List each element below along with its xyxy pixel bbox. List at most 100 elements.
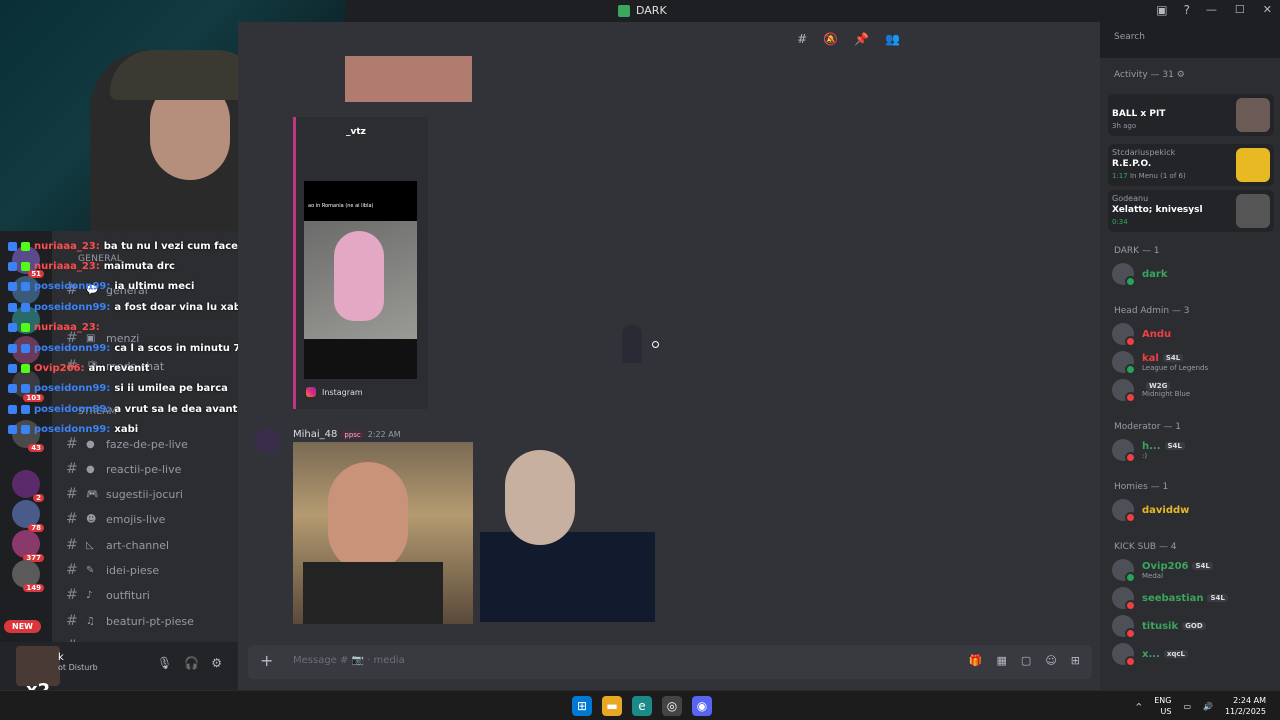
channel-item[interactable]: # ✎ idei-piese (66, 559, 234, 581)
member-item[interactable]: h... S4L:) (1112, 436, 1274, 464)
obs-icon[interactable]: ◎ (662, 696, 682, 716)
volume-icon[interactable]: 🔊 (1203, 702, 1213, 711)
activity-card[interactable]: Stcdariuspekick R.E.P.O. 1:17 In Menu (1 o… (1108, 144, 1274, 186)
sub-badge-icon (8, 302, 17, 312)
embed-footer: Instagram (306, 387, 363, 397)
activity-card[interactable]: Godeanu Xelatto; knivesysl 0:34 (1108, 190, 1274, 232)
pin-icon[interactable]: 📌 (854, 32, 869, 46)
activity-header[interactable]: Activity — 31 ⚙ (1114, 70, 1185, 80)
channel-label: reactii-pe-live (106, 462, 182, 476)
photo-attachment-2[interactable] (475, 442, 657, 622)
member-avatar (1112, 559, 1136, 583)
members-icon[interactable]: 👥 (885, 32, 900, 46)
member-avatar (1112, 263, 1136, 287)
activity-timer: 1:17 (1112, 172, 1128, 180)
channel-item[interactable]: # ◺ art-channel (66, 534, 234, 556)
edge-browser-icon[interactable]: e (632, 696, 652, 716)
apps-icon[interactable]: ⊞ (1071, 654, 1080, 667)
hash-icon: # (66, 613, 78, 629)
tray-chevron-icon[interactable]: ^ (1135, 702, 1142, 711)
member-tag: S4L (1164, 442, 1185, 450)
file-explorer-icon[interactable]: ▬ (602, 696, 622, 716)
settings-gear-icon[interactable]: ⚙ (211, 656, 222, 670)
channel-emoji-icon: 🎮 (86, 488, 99, 500)
activity-user: Stcdariuspekick (1112, 148, 1176, 157)
member-group-header: Homies — 1 (1114, 482, 1169, 492)
channel-item[interactable]: # 🎮 sugestii-jocuri (66, 483, 234, 505)
windows-start-icon[interactable]: ⊞ (572, 696, 592, 716)
member-item[interactable]: W2G Midnight Blue (1112, 376, 1274, 404)
chat-username: poseidonn99: (34, 281, 111, 293)
hash-icon: # (66, 461, 78, 477)
chat-text: xabi (114, 424, 139, 436)
add-attachment-icon[interactable]: + (260, 651, 273, 670)
channel-emoji-icon: ● (86, 463, 95, 475)
message-input[interactable]: Message # 📷 · media (293, 655, 405, 666)
sticker-icon[interactable]: ▢ (1021, 654, 1031, 667)
activity-detail: In Menu (1 of 6) (1127, 172, 1186, 180)
microphone-icon[interactable]: 🎙 (157, 656, 172, 670)
channel-item[interactable]: # ♪ outfituri (66, 584, 234, 606)
network-icon[interactable]: ▭ (1183, 702, 1191, 711)
member-item[interactable]: titusik GOD (1112, 612, 1274, 640)
channel-item[interactable]: # ☻ emojis-live (66, 508, 234, 530)
activity-user: Godeanu (1112, 194, 1149, 203)
channel-item[interactable]: # ♫ beaturi-pt-piese (66, 610, 234, 632)
photo-attachment-1[interactable] (293, 442, 473, 624)
sub-badge-icon (8, 404, 17, 414)
search-input[interactable]: Search (1108, 29, 1268, 47)
message-avatar[interactable] (254, 428, 280, 454)
gif-icon[interactable]: ▦ (997, 654, 1007, 667)
mute-icon[interactable]: 🔕 (823, 32, 838, 46)
channel-label: outfituri (106, 588, 150, 602)
threads-icon[interactable]: # (797, 32, 807, 46)
channel-emoji-icon: ✎ (86, 564, 95, 576)
chat-text: maimuta drc (103, 261, 175, 273)
member-tag: W2G (1146, 382, 1171, 390)
server-icon[interactable]: 78 (12, 500, 44, 532)
gift-icon[interactable]: 🎁 (969, 654, 983, 667)
new-badge[interactable]: NEW (4, 620, 41, 633)
member-item[interactable]: seebastian S4L (1112, 584, 1274, 612)
emoji-icon[interactable]: ☺ (1045, 654, 1056, 667)
activity-title: R.E.P.O. (1112, 159, 1152, 169)
discord-icon[interactable]: ◉ (692, 696, 712, 716)
sub-badge-icon (8, 282, 17, 292)
server-icon[interactable]: 2 (12, 470, 44, 502)
sub-badge-icon (8, 343, 17, 353)
member-item[interactable]: dark (1112, 260, 1274, 288)
channel-label: art-channel (106, 538, 170, 552)
clock[interactable]: 2:24 AM 11/2/2025 (1225, 695, 1266, 717)
channel-item[interactable]: #▤stiri-noutati (66, 635, 234, 642)
member-item[interactable]: Ovip206 S4L Medal (1112, 556, 1274, 584)
member-item[interactable]: Andu (1112, 320, 1274, 348)
member-item[interactable]: kal S4L League of Legends (1112, 348, 1274, 376)
help-icon[interactable]: ? (1184, 3, 1190, 17)
server-icon[interactable]: 149 (12, 560, 44, 592)
badge-icon (21, 241, 30, 251)
maximize-button[interactable]: ☐ (1235, 3, 1245, 16)
close-button[interactable]: ✕ (1263, 3, 1272, 16)
activity-detail: 3h ago (1112, 122, 1137, 130)
image-attachment-top[interactable] (345, 56, 472, 102)
channel-label: sugestii-jocuri (106, 487, 183, 501)
headphones-icon[interactable]: 🎧 (184, 656, 199, 670)
chat-username: nuriaaa_23: (34, 240, 100, 252)
member-item[interactable]: x... xqcL (1112, 640, 1274, 668)
member-tag: GOD (1182, 622, 1206, 630)
member-name: h... (1142, 440, 1161, 452)
hash-icon: # (66, 587, 78, 603)
instagram-embed[interactable]: _vtz ao in Romania (ne ai libla) Instagr… (293, 117, 428, 409)
badge-icon (21, 364, 30, 374)
embed-author[interactable]: _vtz (346, 127, 366, 137)
activity-card[interactable]: BALL x PIT 3h ago (1108, 94, 1274, 136)
language-indicator[interactable]: ENG US (1154, 695, 1171, 717)
message-composer[interactable]: + Message # 📷 · media 🎁 ▦ ▢ ☺ ⊞ (248, 645, 1092, 679)
member-item[interactable]: daviddw (1112, 496, 1274, 524)
server-icon[interactable]: 377 (12, 530, 44, 562)
inbox-icon[interactable]: ▣ (1156, 3, 1167, 17)
minimize-button[interactable]: — (1206, 3, 1217, 16)
embed-image[interactable]: ao in Romania (ne ai libla) (304, 181, 417, 379)
channel-item[interactable]: # ● reactii-pe-live (66, 458, 234, 480)
message-author[interactable]: Mihai_48 (293, 429, 337, 440)
